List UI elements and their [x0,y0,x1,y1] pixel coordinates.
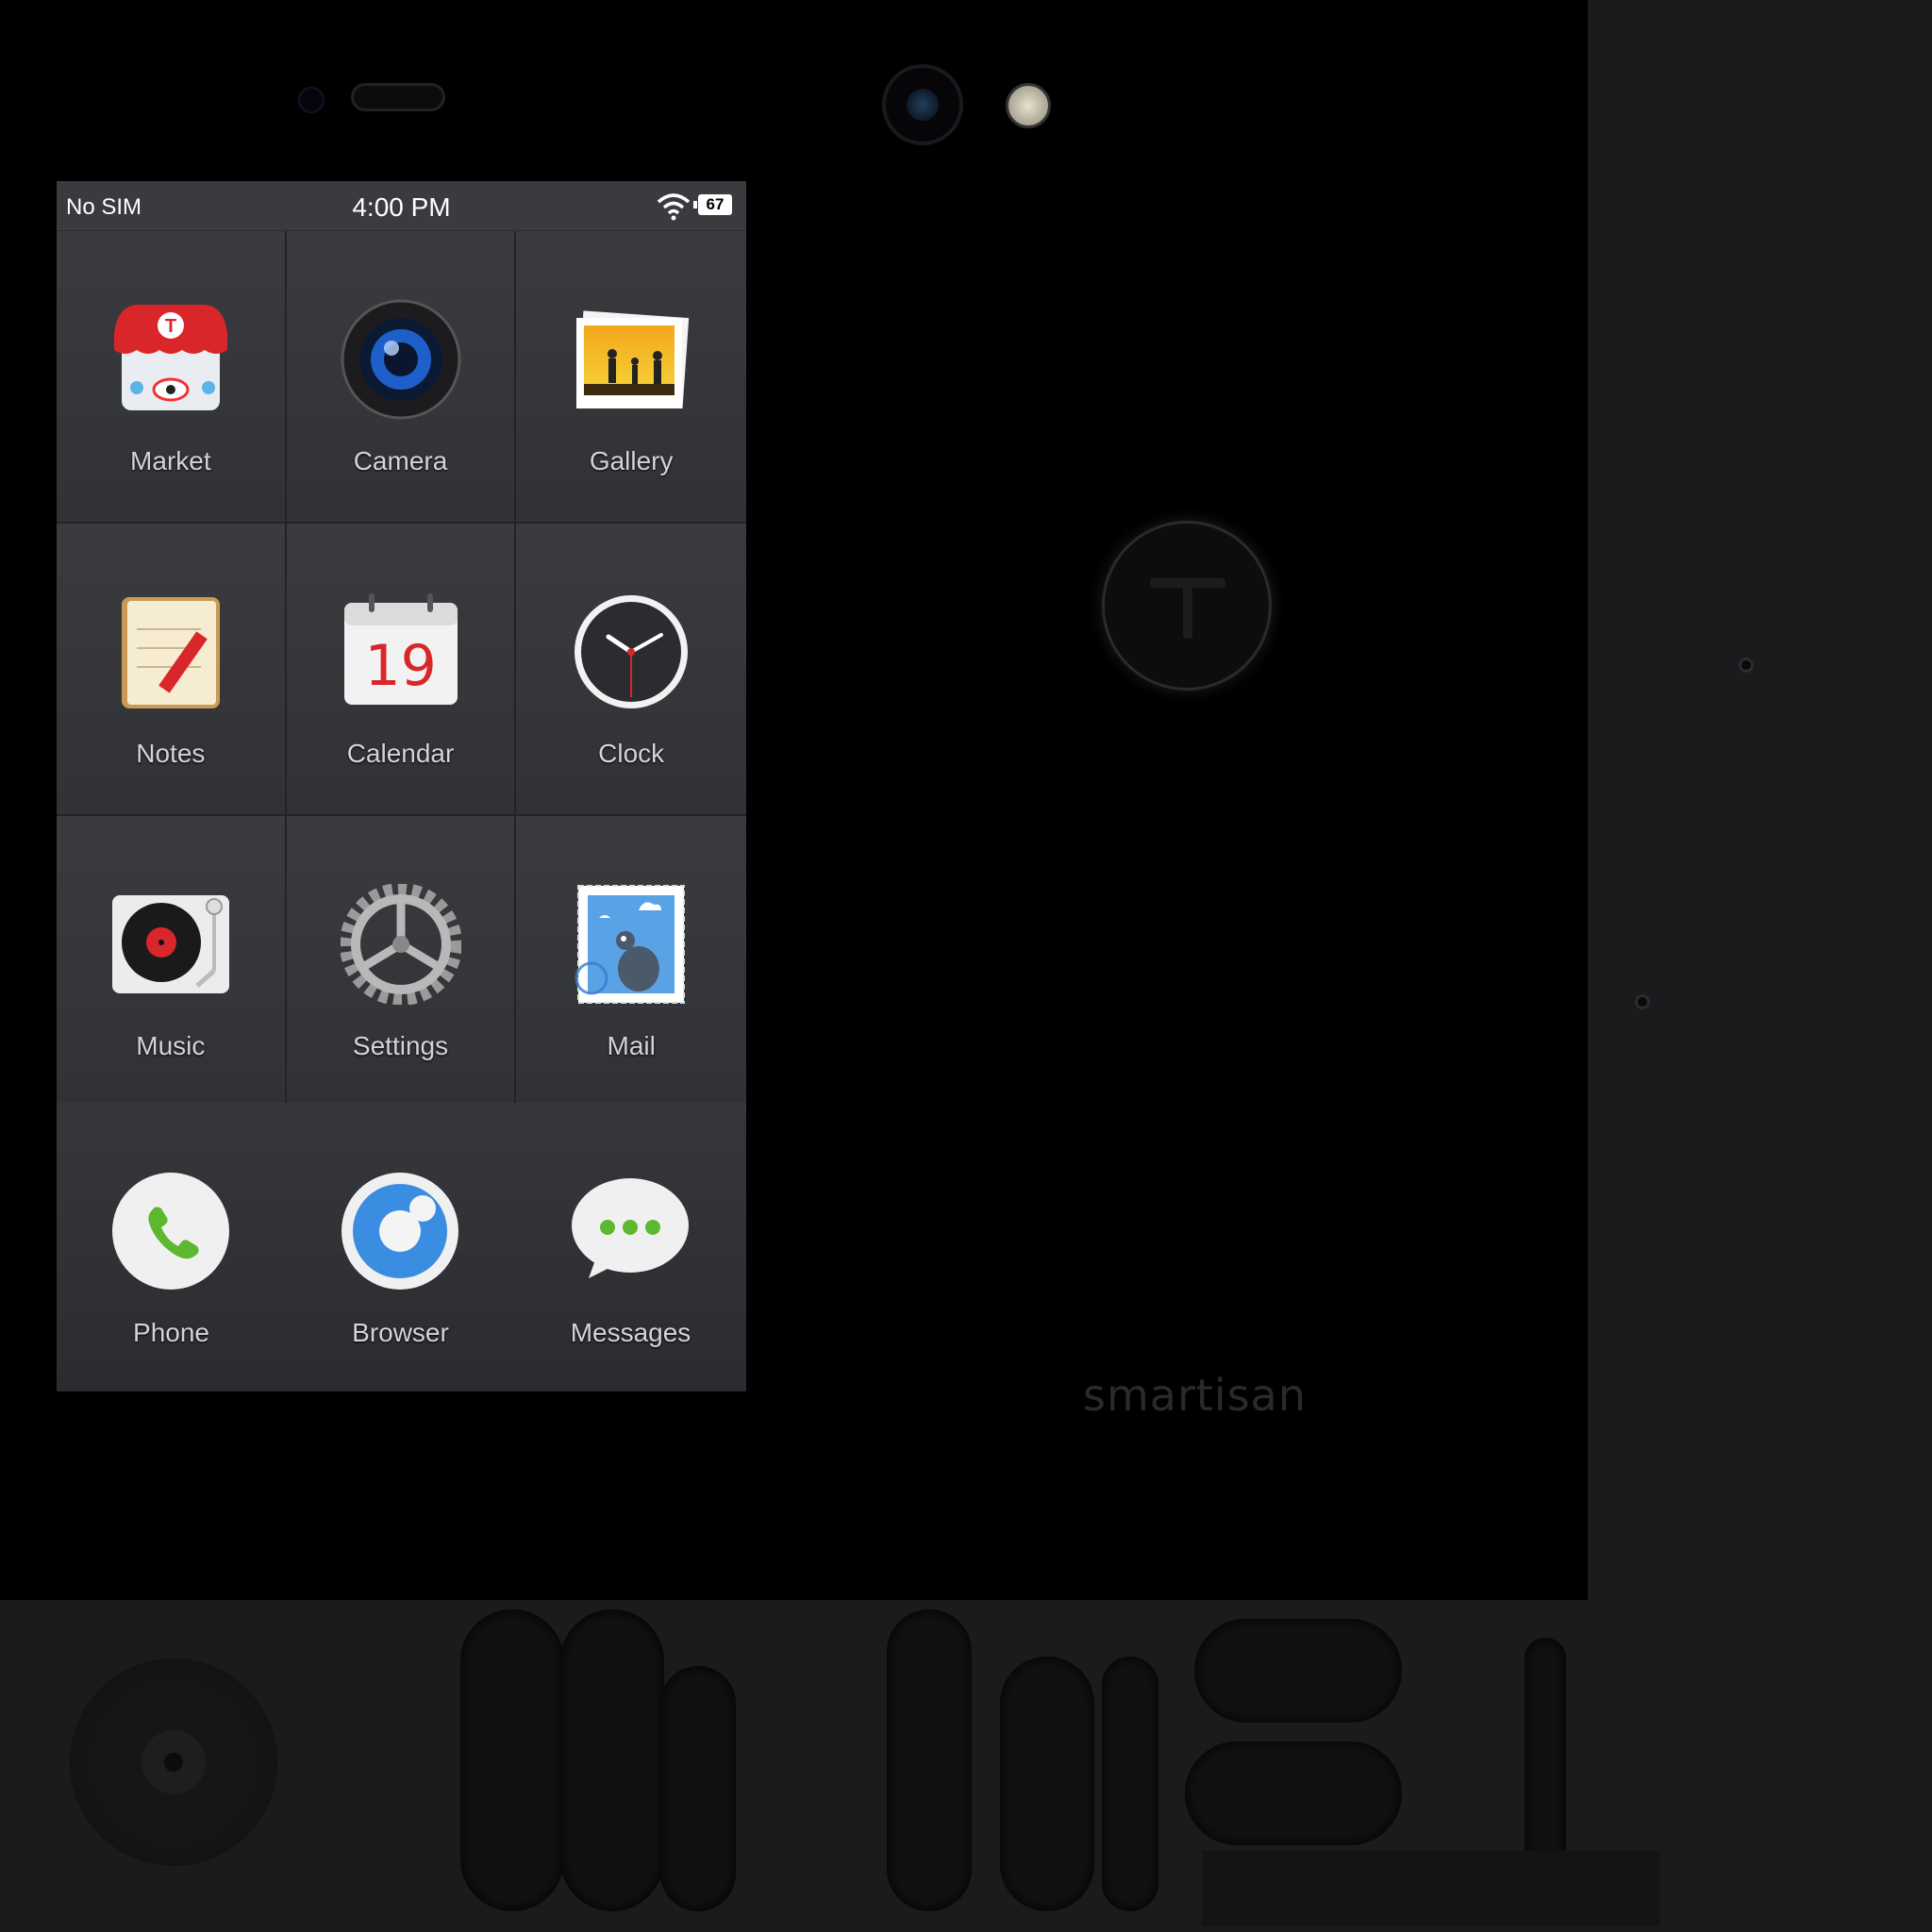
part-slot [660,1666,736,1911]
svg-text:T: T [165,316,176,337]
app-settings[interactable]: Settings [286,816,517,1107]
part-slot [1000,1657,1094,1911]
app-label: Gallery [589,446,674,475]
device-side-panel [1588,0,1932,1600]
app-calendar[interactable]: 19 Calendar [286,524,517,814]
part-slot [1185,1741,1402,1845]
calendar-icon: 19 [341,591,461,712]
app-label: Phone [133,1318,209,1347]
earpiece-speaker [351,83,445,111]
notes-icon [110,591,231,712]
part-slot [1194,1619,1402,1723]
battery-indicator: 67 [693,194,732,215]
front-camera [882,64,963,145]
app-label: Camera [353,446,448,475]
part-slot [1102,1657,1158,1911]
app-music[interactable]: Music [57,816,287,1107]
music-icon [110,884,231,1005]
speaker-grille [70,1658,277,1866]
app-camera[interactable]: Camera [286,231,517,522]
app-label: Music [136,1031,206,1060]
screw [1739,658,1754,673]
part-slot [1524,1638,1566,1874]
mail-icon [571,884,691,1005]
part-plate [1202,1851,1660,1926]
app-label: Notes [136,739,206,768]
app-dock: Phone Browser Messages [57,1103,746,1391]
app-market[interactable]: T Market [57,231,287,522]
part-slot [887,1609,972,1911]
app-gallery[interactable]: Gallery [516,231,746,522]
app-label: Calendar [346,739,455,768]
app-clock[interactable]: Clock [516,524,746,814]
phone-icon [110,1171,231,1291]
settings-icon [339,883,462,1006]
status-time: 4:00 PM [352,192,451,222]
messages-icon [570,1171,691,1291]
brand-logo: smartisan [1083,1370,1307,1421]
flash-light [1006,83,1051,128]
app-phone[interactable]: Phone [57,1103,286,1393]
app-label: Settings [352,1031,449,1060]
device-bottom-panel [0,1600,1932,1932]
app-grid: T Market Camera Gallery Notes 19 Calenda… [57,231,746,1108]
app-label: Mail [607,1031,656,1060]
screw [1635,994,1650,1009]
proximity-sensor [298,87,325,113]
home-button[interactable] [1102,521,1272,691]
app-mail[interactable]: Mail [516,816,746,1107]
market-icon: T [110,299,231,420]
part-slot [460,1609,564,1911]
app-notes[interactable]: Notes [57,524,287,814]
app-browser[interactable]: Browser [286,1103,515,1393]
calendar-date: 19 [364,633,437,699]
app-label: Clock [598,739,665,768]
app-messages[interactable]: Messages [515,1103,746,1393]
app-label: Market [130,446,211,475]
part-slot [560,1609,664,1911]
browser-icon [340,1171,460,1291]
wifi-icon [657,192,691,227]
camera-icon [341,299,461,420]
app-label: Browser [352,1318,449,1347]
home-screen: No SIM 4:00 PM 67 T Market Camera Galler… [57,181,746,1391]
clock-icon [571,591,691,712]
gallery-icon [571,299,691,420]
status-bar: No SIM 4:00 PM 67 [57,181,746,230]
app-label: Messages [570,1318,691,1347]
